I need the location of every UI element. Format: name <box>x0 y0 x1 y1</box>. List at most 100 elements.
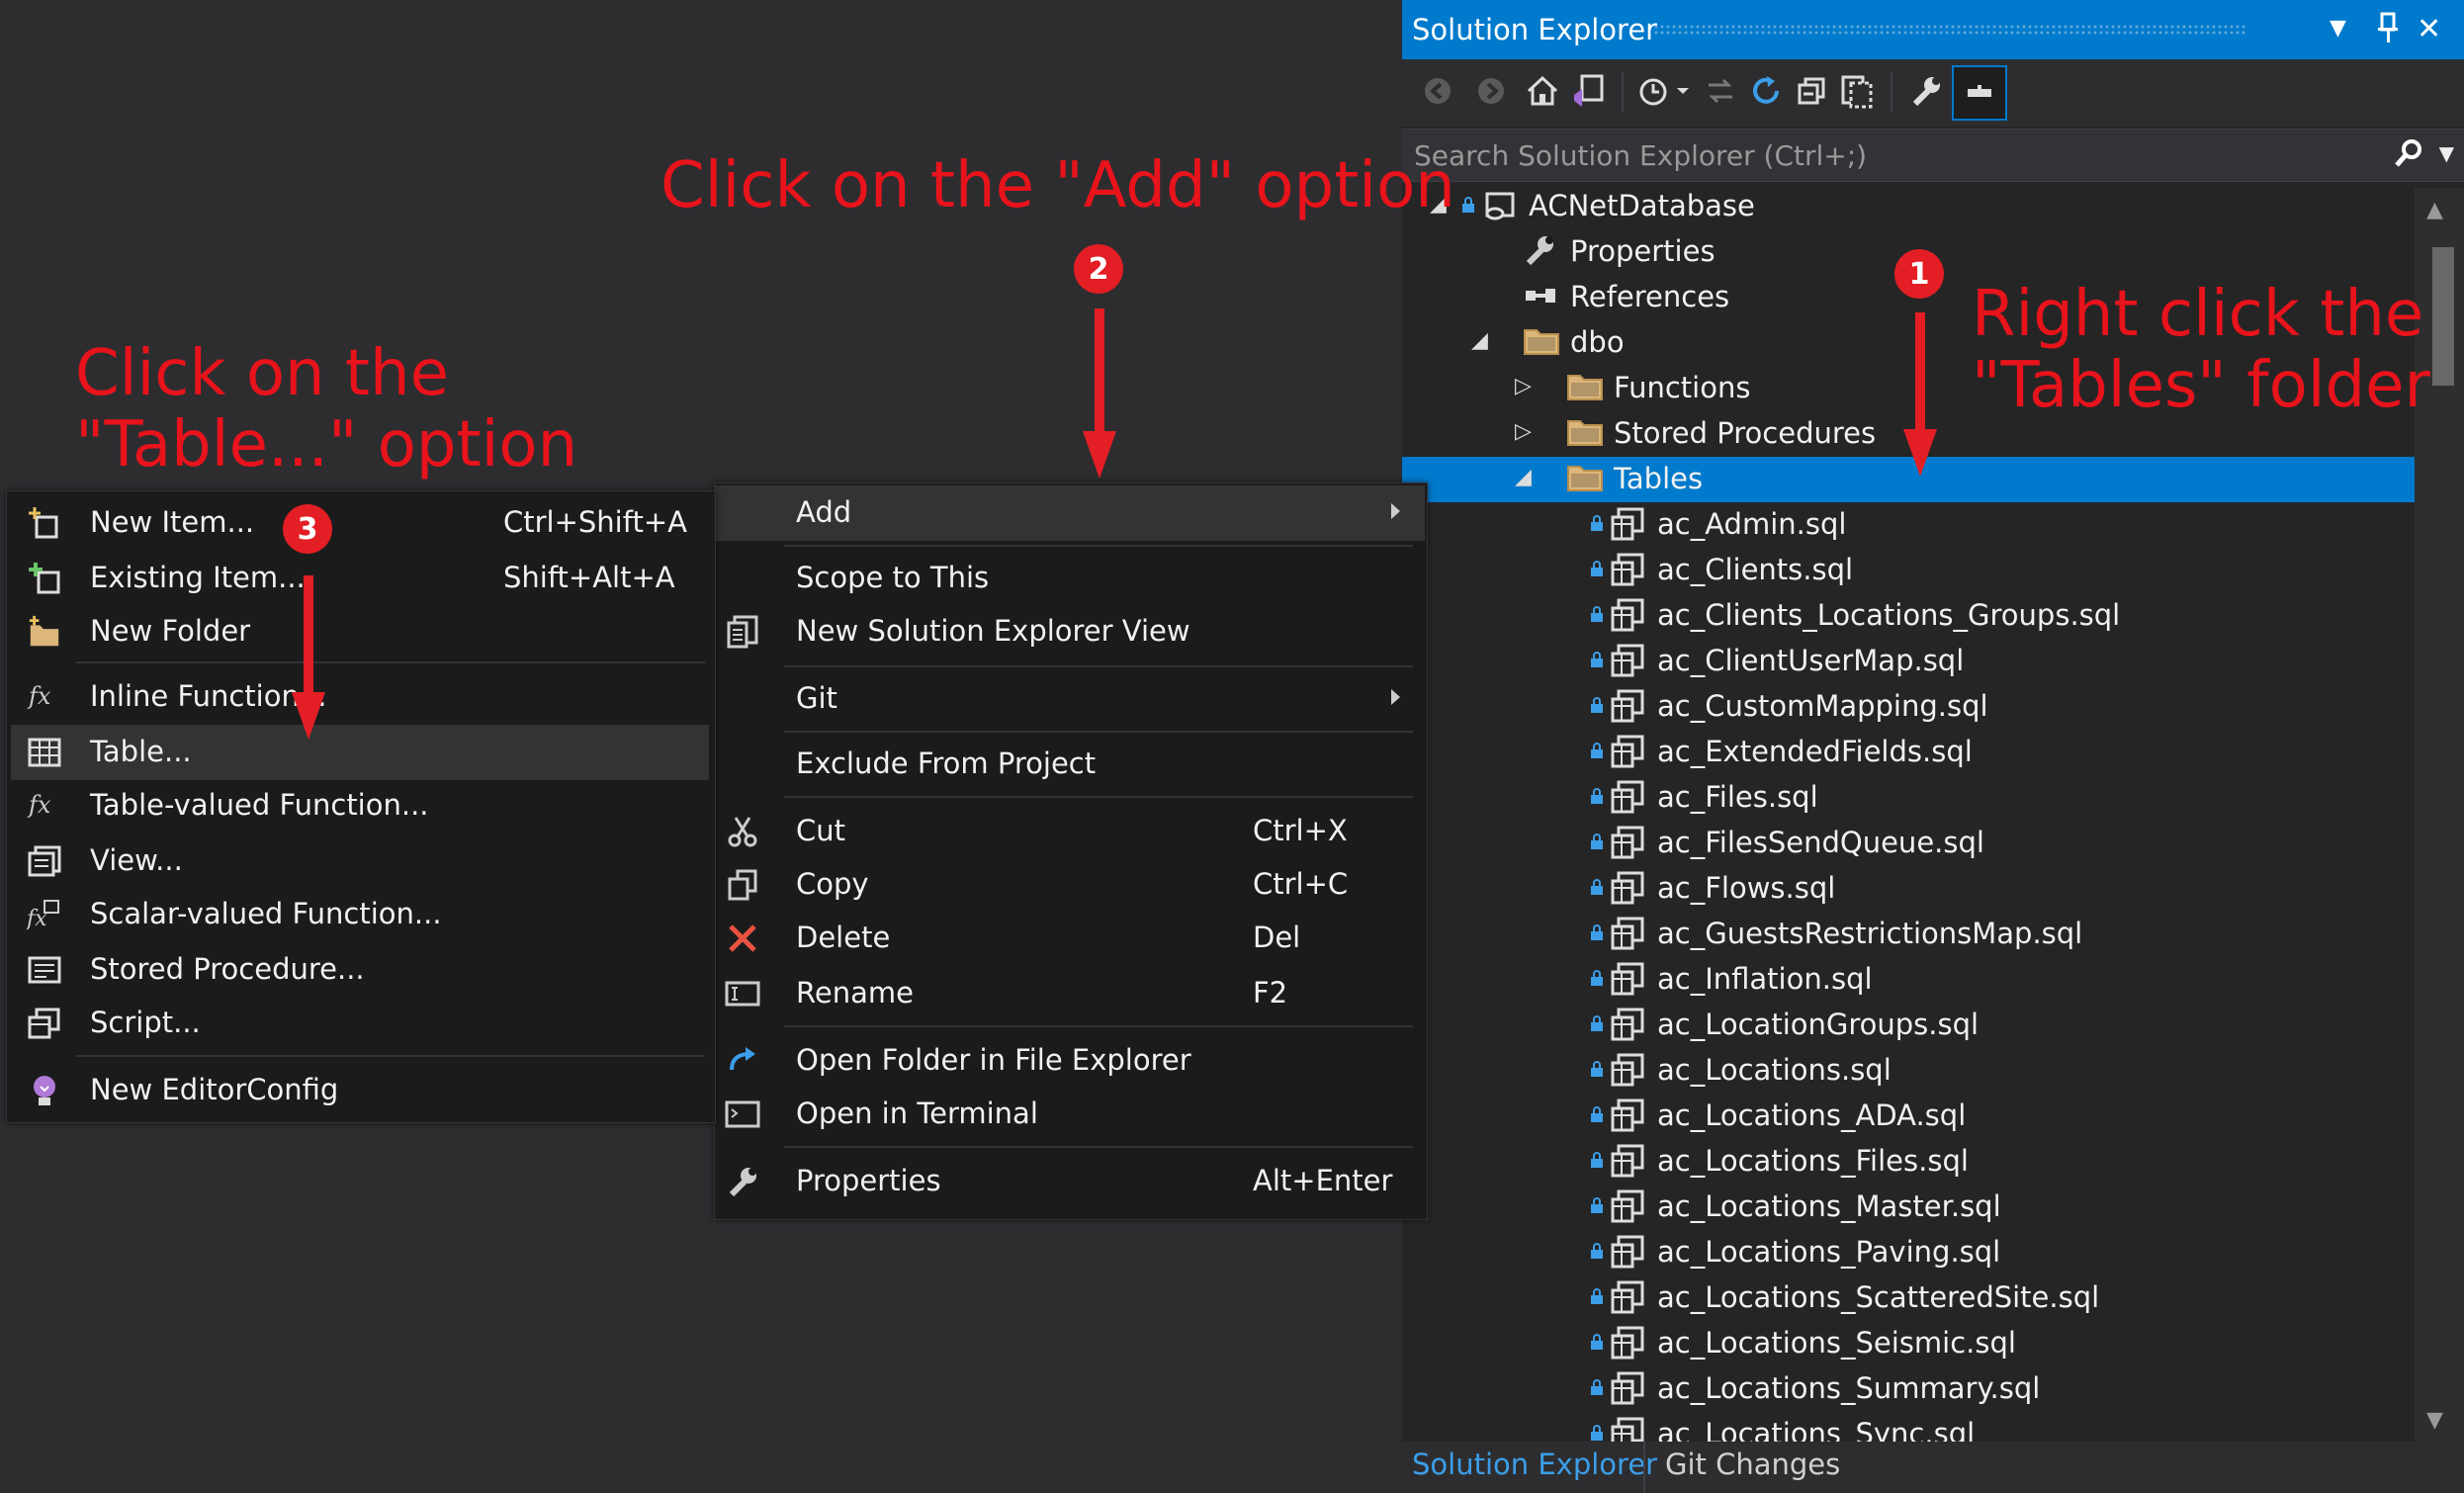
tree-item[interactable]: ac_Locations_Seismic.sql <box>1402 1321 2415 1366</box>
tree-item[interactable]: ac_Flows.sql <box>1402 866 2415 912</box>
tree-item[interactable]: ac_Locations.sql <box>1402 1048 2415 1094</box>
tree-item-label: ac_Clients_Locations_Groups.sql <box>1657 598 2121 632</box>
menu-item-exclude-from-project[interactable]: Exclude From Project <box>715 737 1425 792</box>
source-control-lock-icon <box>1590 514 1604 532</box>
menu-item-git[interactable]: Git <box>715 671 1425 727</box>
tree-item-label: ac_Files.sql <box>1657 780 1818 814</box>
collapse-arrow-icon[interactable]: ◢ <box>1471 328 1488 353</box>
home-icon[interactable] <box>1521 69 1564 113</box>
expand-arrow-icon[interactable]: ▷ <box>1515 419 1532 444</box>
step3-badge: 3 <box>283 504 332 554</box>
show-all-files-icon[interactable] <box>1835 69 1879 113</box>
tree-item[interactable]: ac_Files.sql <box>1402 775 2415 821</box>
search-input[interactable]: Search Solution Explorer (Ctrl+;) <box>1414 139 1867 172</box>
submenu-item-view[interactable]: View... <box>11 834 709 889</box>
tree-item[interactable]: ac_LocationGroups.sql <box>1402 1003 2415 1048</box>
menu-item-label: New Folder <box>90 614 251 648</box>
menu-item-label: Add <box>796 495 852 529</box>
sql-table-icon <box>1610 779 1645 815</box>
tab-git-changes[interactable]: Git Changes <box>1665 1448 1840 1481</box>
source-control-lock-icon <box>1590 605 1604 623</box>
back-icon[interactable] <box>1416 69 1459 113</box>
tree-item[interactable]: ac_FilesSendQueue.sql <box>1402 821 2415 866</box>
expand-arrow-icon[interactable]: ▷ <box>1515 374 1532 398</box>
menu-separator <box>784 1025 1413 1027</box>
tree-item[interactable]: ac_Locations_ScatteredSite.sql <box>1402 1275 2415 1321</box>
title-drag-grip[interactable] <box>1653 24 2246 36</box>
tree-item[interactable]: ac_Admin.sql <box>1402 502 2415 548</box>
submenu-item-inline-function[interactable]: fx Inline Function... <box>11 669 709 725</box>
scroll-down-icon[interactable]: ▼ <box>2426 1408 2443 1433</box>
submenu-item-existing-item[interactable]: Existing Item... Shift+Alt+A <box>11 551 709 606</box>
tree-item-label: ac_Locations_Master.sql <box>1657 1189 2001 1223</box>
tree-item-label: ac_Flows.sql <box>1657 871 1836 905</box>
folder-icon <box>1566 415 1603 451</box>
menu-item-cut[interactable]: Cut Ctrl+X <box>715 804 1425 859</box>
tree-item[interactable]: ◢ ACNetDatabase <box>1402 188 2415 229</box>
tree-item[interactable]: ac_ClientUserMap.sql <box>1402 639 2415 684</box>
menu-item-scope-to-this[interactable]: Scope to This <box>715 551 1425 606</box>
collapse-arrow-icon[interactable]: ◢ <box>1515 465 1532 489</box>
collapse-all-icon[interactable] <box>1790 69 1833 113</box>
submenu-item-table[interactable]: Table... <box>11 725 709 780</box>
submenu-item-scalar-valued-function[interactable]: fx Scalar-valued Function... <box>11 887 709 942</box>
tree-item-label: ac_Clients.sql <box>1657 553 1854 586</box>
close-icon[interactable]: ✕ <box>2417 12 2441 46</box>
menu-item-shortcut: Ctrl+Shift+A <box>503 505 687 539</box>
submenu-item-table-valued-function[interactable]: fx Table-valued Function... <box>11 778 709 834</box>
menu-item-copy[interactable]: Copy Ctrl+C <box>715 857 1425 913</box>
menu-item-label: Script... <box>90 1006 201 1039</box>
scroll-up-icon[interactable]: ▲ <box>2426 198 2443 222</box>
submenu-item-new-folder[interactable]: New Folder <box>11 604 709 659</box>
submenu-item-stored-procedure[interactable]: Stored Procedure... <box>11 942 709 998</box>
menu-item-label: Cut <box>796 814 845 847</box>
tree-item[interactable]: ac_Clients_Locations_Groups.sql <box>1402 593 2415 639</box>
tree-item[interactable]: ac_Locations_Summary.sql <box>1402 1366 2415 1412</box>
tree-item-label: Tables <box>1614 462 1704 495</box>
menu-item-rename[interactable]: Rename F2 <box>715 966 1425 1021</box>
properties-wrench-icon[interactable] <box>1904 69 1948 113</box>
menu-item-open-folder-in-file-explorer[interactable]: Open Folder in File Explorer <box>715 1033 1425 1089</box>
tree-item[interactable]: ac_CustomMapping.sql <box>1402 684 2415 730</box>
search-options-dropdown-icon[interactable]: ▼ <box>2439 141 2454 165</box>
search-icon[interactable] <box>2393 137 2424 177</box>
tree-item[interactable]: ac_Locations_Sync.sql <box>1402 1412 2415 1442</box>
tree-item[interactable]: ac_Locations_Paving.sql <box>1402 1230 2415 1275</box>
menu-item-new-solution-explorer-view[interactable]: New Solution Explorer View <box>715 604 1425 659</box>
menu-item-open-in-terminal[interactable]: Open in Terminal <box>715 1087 1425 1142</box>
scalar-fx-icon: fx <box>27 897 62 932</box>
preview-selected-items-icon[interactable] <box>1952 65 2007 121</box>
tab-solution-explorer[interactable]: Solution Explorer <box>1412 1448 1657 1481</box>
menu-item-delete[interactable]: Delete Del <box>715 911 1425 966</box>
pending-changes-filter-icon[interactable] <box>1635 69 1695 113</box>
submenu-item-new-editorconfig[interactable]: New EditorConfig <box>11 1063 709 1118</box>
tree-item[interactable]: ac_Locations_Files.sql <box>1402 1139 2415 1185</box>
step3-instruction-line2: "Table..." option <box>75 408 578 482</box>
pin-icon[interactable] <box>2375 12 2401 53</box>
tree-item[interactable]: ac_Inflation.sql <box>1402 957 2415 1003</box>
tree-item[interactable]: ac_Locations_ADA.sql <box>1402 1094 2415 1139</box>
tree-item[interactable]: ac_Locations_Master.sql <box>1402 1185 2415 1230</box>
menu-separator <box>784 545 1413 547</box>
source-control-lock-icon <box>1590 1287 1604 1305</box>
submenu-item-script[interactable]: Script... <box>11 996 709 1051</box>
tree-item[interactable]: ac_Clients.sql <box>1402 548 2415 593</box>
menu-item-properties[interactable]: Properties Alt+Enter <box>715 1154 1425 1209</box>
tree-item-label: ac_ExtendedFields.sql <box>1657 735 1973 768</box>
switch-views-icon[interactable] <box>1566 69 1610 113</box>
forward-icon[interactable] <box>1469 69 1513 113</box>
refresh-icon[interactable] <box>1744 69 1788 113</box>
open-folder-icon <box>725 1043 760 1079</box>
sync-active-document-icon[interactable] <box>1699 69 1742 113</box>
window-position-dropdown-icon[interactable]: ▼ <box>2330 16 2346 41</box>
solution-explorer-search[interactable]: Search Solution Explorer (Ctrl+;) ▼ <box>1402 129 2464 182</box>
submenu-item-new-item[interactable]: New Item... Ctrl+Shift+A <box>11 495 709 551</box>
tree-item[interactable]: ac_ExtendedFields.sql <box>1402 730 2415 775</box>
menu-item-add[interactable]: Add <box>715 485 1425 541</box>
scrollbar-thumb[interactable] <box>2432 247 2454 386</box>
sql-table-icon <box>1610 1370 1645 1406</box>
tree-item-label: References <box>1570 280 1730 313</box>
tree-item[interactable]: ac_GuestsRestrictionsMap.sql <box>1402 912 2415 957</box>
sql-table-icon <box>1610 1416 1645 1442</box>
tree-item-label: ac_FilesSendQueue.sql <box>1657 826 1984 859</box>
